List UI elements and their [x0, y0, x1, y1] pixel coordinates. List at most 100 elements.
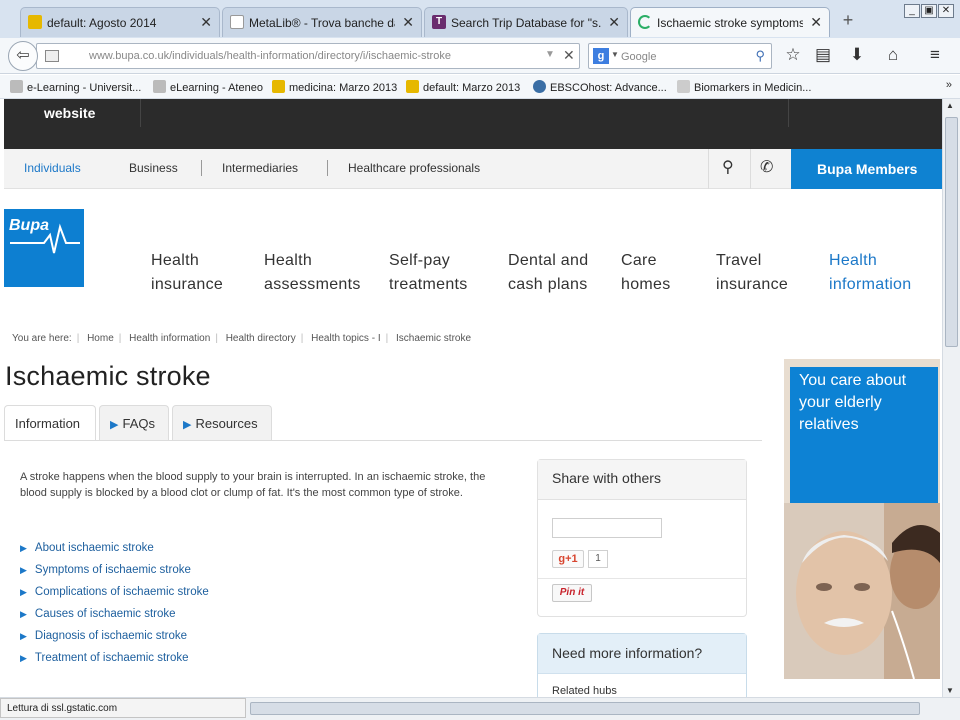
dropdown-arrow-icon[interactable]: ▼	[545, 49, 555, 60]
advert-banner[interactable]: You care about your elderly relatives	[784, 359, 940, 679]
nav-self-pay-treatments[interactable]: Self-pay treatments	[389, 249, 468, 297]
dropdown-arrow-icon[interactable]: ▼	[611, 50, 619, 59]
bookmark-label: default: Marzo 2013	[423, 82, 521, 94]
list-item[interactable]: ▶ About ischaemic stroke	[20, 537, 209, 559]
pinterest-button[interactable]: Pin it	[552, 584, 592, 602]
bookmark-item[interactable]: Biomarkers in Medicin...	[677, 80, 811, 94]
nav-label-line1: Care	[621, 252, 657, 269]
back-button[interactable]: ⇦	[8, 41, 38, 71]
nav-travel-insurance[interactable]: Travel insurance	[716, 249, 788, 297]
browser-tab[interactable]: MetaLib® - Trova banche dati ✕	[222, 7, 422, 37]
search-placeholder: Google	[621, 51, 657, 63]
nav-health-insurance[interactable]: Health insurance	[151, 249, 223, 297]
link-label[interactable]: Causes of ischaemic stroke	[35, 608, 176, 620]
link-label[interactable]: Diagnosis of ischaemic stroke	[35, 630, 187, 642]
share-widget-box[interactable]	[552, 518, 662, 538]
list-item[interactable]: ▶ Diagnosis of ischaemic stroke	[20, 625, 209, 647]
share-heading: Share with others	[538, 460, 746, 500]
notebook-icon	[28, 15, 42, 29]
bookmark-label: e-Learning - Universit...	[27, 82, 142, 94]
close-icon[interactable]: ✕	[810, 14, 822, 31]
bookmark-icon	[677, 80, 690, 93]
reading-list-icon[interactable]: ▤	[810, 43, 836, 67]
breadcrumb: You are here: | Home | Health information |…	[12, 333, 472, 344]
list-item[interactable]: ▶ Complications of ischaemic stroke	[20, 581, 209, 603]
scroll-up-icon[interactable]: ▲	[946, 101, 954, 110]
need-more-info-panel: Need more information? Related hubs	[537, 633, 747, 697]
scrollbar-thumb[interactable]	[250, 702, 920, 715]
address-bar[interactable]: www.bupa.co.uk/individuals/health-inform…	[36, 43, 580, 69]
google-icon[interactable]: g	[593, 48, 609, 64]
location-pin-icon[interactable]: ⚲	[722, 157, 734, 177]
home-icon[interactable]: ⌂	[880, 43, 906, 67]
divider	[4, 440, 762, 441]
link-label[interactable]: Symptoms of ischaemic stroke	[35, 564, 191, 576]
scroll-down-icon[interactable]: ▼	[946, 686, 954, 695]
nav-label-line2: homes	[621, 276, 671, 293]
menu-icon[interactable]: ≡	[922, 43, 948, 67]
search-bar[interactable]: g ▼ Google ⚲	[588, 43, 772, 69]
nav-individuals[interactable]: Individuals	[24, 161, 81, 175]
stop-icon[interactable]: ✕	[563, 47, 575, 64]
related-hubs-label[interactable]: Related hubs	[552, 685, 617, 697]
status-bar: Lettura di ssl.gstatic.com	[0, 698, 246, 718]
breadcrumb-home[interactable]: Home	[87, 333, 114, 344]
new-tab-button[interactable]: +	[836, 9, 860, 31]
bupa-logo[interactable]: Bupa	[4, 209, 84, 287]
close-icon[interactable]: ✕	[608, 14, 620, 31]
link-label[interactable]: About ischaemic stroke	[35, 542, 154, 554]
search-icon[interactable]: ⚲	[755, 48, 765, 64]
bookmark-icon	[10, 80, 23, 93]
download-icon[interactable]: ⬇	[844, 43, 870, 67]
google-plus-button[interactable]: g+1	[552, 550, 584, 568]
nav-label-line1: Health	[151, 252, 200, 269]
tab-label: Resources	[195, 416, 258, 431]
nav-dental-and-cash-plans[interactable]: Dental and cash plans	[508, 249, 588, 297]
chevron-right-icon[interactable]: »	[946, 79, 952, 91]
star-icon[interactable]: ☆	[780, 43, 806, 67]
chevron-right-icon: ▶	[20, 609, 27, 619]
site-top-bar: website	[4, 99, 942, 149]
breadcrumb-health-information[interactable]: Health information	[129, 333, 210, 344]
tab-resources[interactable]: ▶ Resources	[172, 405, 272, 441]
close-icon[interactable]: ✕	[200, 14, 212, 31]
nav-care-homes[interactable]: Care homes	[621, 249, 671, 297]
bookmark-item[interactable]: e-Learning - Universit...	[10, 80, 141, 94]
nav-health-assessments[interactable]: Health assessments	[264, 249, 361, 297]
breadcrumb-health-directory[interactable]: Health directory	[226, 333, 296, 344]
intro-text: A stroke happens when the blood supply t…	[20, 471, 486, 499]
trip-icon: T	[432, 15, 446, 29]
bookmark-item[interactable]: EBSCOhost: Advance...	[533, 80, 667, 94]
browser-tab-title: Ischaemic stroke symptoms,...	[657, 16, 803, 30]
bookmark-item[interactable]: medicina: Marzo 2013	[272, 80, 397, 94]
nav-label-line1: Self-pay	[389, 252, 451, 269]
nav-label-line1: Health	[264, 252, 313, 269]
list-item[interactable]: ▶ Symptoms of ischaemic stroke	[20, 559, 209, 581]
link-label[interactable]: Complications of ischaemic stroke	[35, 586, 209, 598]
scrollbar-thumb[interactable]	[945, 117, 958, 347]
bookmark-item[interactable]: eLearning - Ateneo	[153, 80, 263, 94]
vertical-scrollbar[interactable]: ▲ ▼	[942, 99, 960, 697]
maximize-button[interactable]: ▣	[921, 4, 937, 18]
bookmark-item[interactable]: default: Marzo 2013	[406, 80, 520, 94]
chevron-right-icon: ▶	[20, 653, 27, 663]
nav-intermediaries[interactable]: Intermediaries	[222, 161, 298, 175]
list-item[interactable]: ▶ Causes of ischaemic stroke	[20, 603, 209, 625]
phone-icon[interactable]: ✆	[760, 157, 773, 177]
browser-tab-active[interactable]: Ischaemic stroke symptoms,... ✕	[630, 7, 830, 37]
tab-information[interactable]: Information	[4, 405, 96, 441]
bupa-members-button[interactable]: Bupa Members	[791, 149, 942, 189]
top-bar-label[interactable]: website	[44, 105, 95, 121]
browser-tab[interactable]: default: Agosto 2014 ✕	[20, 7, 220, 37]
nav-healthcare-professionals[interactable]: Healthcare professionals	[348, 161, 480, 175]
breadcrumb-health-topics[interactable]: Health topics - I	[311, 333, 380, 344]
tab-faqs[interactable]: ▶ FAQs	[99, 405, 169, 441]
close-icon[interactable]: ✕	[402, 14, 414, 31]
nav-business[interactable]: Business	[129, 161, 178, 175]
window-close-button[interactable]: ✕	[938, 4, 954, 18]
minimize-button[interactable]: _	[904, 4, 920, 18]
browser-tab[interactable]: T Search Trip Database for "s... ✕	[424, 7, 628, 37]
link-label[interactable]: Treatment of ischaemic stroke	[35, 652, 189, 664]
list-item[interactable]: ▶ Treatment of ischaemic stroke	[20, 647, 209, 669]
nav-health-information[interactable]: Health information	[829, 249, 911, 297]
